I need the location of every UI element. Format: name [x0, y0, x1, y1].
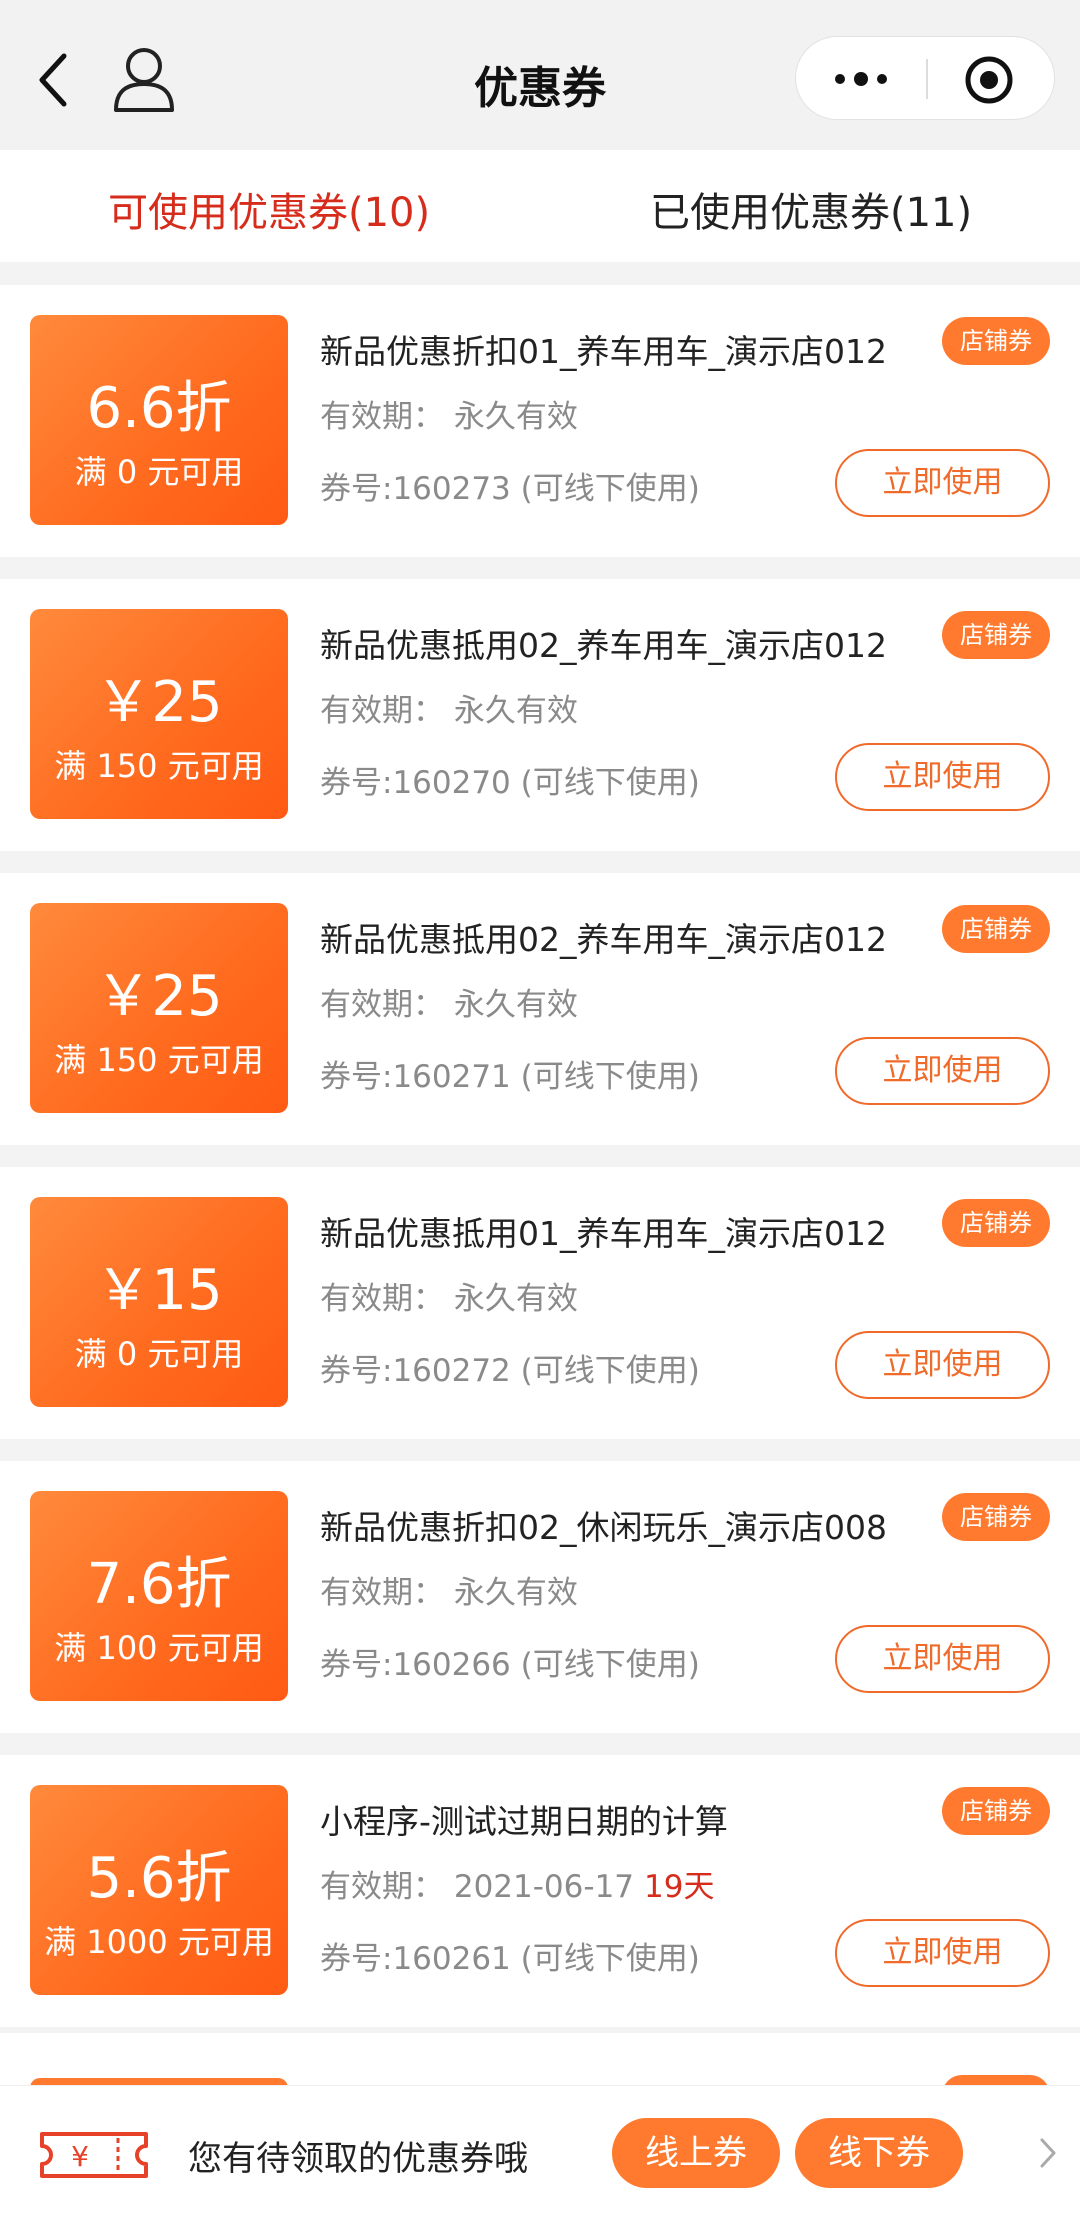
coupon-validity: 有效期： 永久有效 [320, 391, 588, 436]
coupon-card: ￥15 满 0 元可用 新品优惠抵用01_养车用车_演示店012 有效期： 永久… [0, 1167, 1080, 1439]
pending-coupon-text: 您有待领取的优惠券哦 [188, 2139, 528, 2179]
coupon-code: 券号:160272 (可线下使用) [320, 1353, 700, 1389]
coupon-code: 券号:160270 (可线下使用) [320, 765, 700, 801]
coupon-title: 小程序-测试过期日期的计算 [320, 1802, 728, 1841]
coupon-code: 券号:160266 (可线下使用) [320, 1647, 700, 1683]
coupon-value-badge: 7.6折 满 100 元可用 [30, 1491, 288, 1701]
coupon-list: 6.6折 满 0 元可用 新品优惠折扣01_养车用车_演示店012 有效期： 永… [0, 285, 1080, 2049]
use-now-button[interactable]: 立即使用 [835, 743, 1050, 811]
coupon-validity: 有效期： 永久有效 [320, 685, 588, 730]
coupon-value: ￥15 [95, 1258, 223, 1323]
use-now-button[interactable]: 立即使用 [835, 1919, 1050, 1987]
coupon-value: ￥25 [95, 964, 223, 1029]
coupon-validity: 有效期： 永久有效 [320, 1567, 588, 1612]
coupon-title: 新品优惠抵用01_养车用车_演示店012 [320, 1214, 887, 1253]
use-now-button[interactable]: 立即使用 [835, 449, 1050, 517]
coupon-validity: 有效期： 永久有效 [320, 1273, 588, 1318]
coupon-validity: 有效期： 永久有效 [320, 979, 588, 1024]
coupon-value: 5.6折 [86, 1846, 232, 1911]
coupon-validity: 有效期： 2021-06-17 19天 [320, 1861, 714, 1906]
coupon-value: ￥25 [95, 670, 223, 735]
coupon-condition: 满 100 元可用 [54, 1629, 264, 1667]
coupon-code: 券号:160273 (可线下使用) [320, 471, 700, 507]
coupon-value: 7.6折 [86, 1552, 232, 1617]
validity-text: 有效期： 永久有效 [320, 693, 578, 729]
mini-program-capsule [795, 36, 1055, 120]
validity-text: 有效期： 2021-06-17 [320, 1869, 635, 1905]
coupon-condition: 满 150 元可用 [54, 747, 264, 785]
coupon-card: ￥25 满 150 元可用 新品优惠抵用02_养车用车_演示店012 有效期： … [0, 579, 1080, 851]
svg-text:¥: ¥ [71, 2140, 89, 2173]
close-miniprogram-icon[interactable] [963, 54, 1015, 106]
bottom-bar: ¥ 您有待领取的优惠券哦 线上券 线下券 [0, 2085, 1080, 2220]
coupon-condition: 满 150 元可用 [54, 1041, 264, 1079]
coupon-value: 6.6折 [86, 376, 232, 441]
shop-coupon-tag: 店铺券 [942, 317, 1050, 365]
tab-used[interactable]: 已使用优惠券(11) [650, 180, 972, 238]
coupon-value-badge: 6.6折 满 0 元可用 [30, 315, 288, 525]
validity-text: 有效期： 永久有效 [320, 1281, 578, 1317]
coupon-ticket-icon: ¥ [40, 2132, 148, 2178]
coupon-code: 券号:160271 (可线下使用) [320, 1059, 700, 1095]
coupon-title: 新品优惠折扣01_养车用车_演示店012 [320, 332, 887, 371]
coupon-card: 7.6折 满 100 元可用 新品优惠折扣02_休闲玩乐_演示店008 有效期：… [0, 1461, 1080, 1733]
shop-coupon-tag: 店铺券 [942, 611, 1050, 659]
coupon-value-badge: ￥15 满 0 元可用 [30, 1197, 288, 1407]
coupon-title: 新品优惠抵用02_养车用车_演示店012 [320, 626, 887, 665]
use-now-button[interactable]: 立即使用 [835, 1331, 1050, 1399]
coupon-condition: 满 0 元可用 [74, 1335, 244, 1373]
more-icon[interactable] [826, 59, 896, 99]
nav-bar: 优惠券 [0, 0, 1080, 150]
validity-text: 有效期： 永久有效 [320, 987, 578, 1023]
coupon-card: 5.6折 满 1000 元可用 小程序-测试过期日期的计算 有效期： 2021-… [0, 1755, 1080, 2027]
capsule-divider [926, 59, 928, 99]
chevron-right-icon[interactable] [1038, 2136, 1058, 2170]
tab-available[interactable]: 可使用优惠券(10) [108, 180, 430, 238]
shop-coupon-tag: 店铺券 [942, 1493, 1050, 1541]
online-coupon-button[interactable]: 线上券 [612, 2118, 780, 2188]
shop-coupon-tag: 店铺券 [942, 905, 1050, 953]
shop-coupon-tag: 店铺券 [942, 1199, 1050, 1247]
coupon-value-badge: ￥25 满 150 元可用 [30, 609, 288, 819]
offline-coupon-button[interactable]: 线下券 [795, 2118, 963, 2188]
coupon-value-badge: 5.6折 满 1000 元可用 [30, 1785, 288, 1995]
days-left: 19天 [644, 1869, 715, 1905]
coupon-condition: 满 1000 元可用 [44, 1923, 274, 1961]
coupon-value-badge: ￥25 满 150 元可用 [30, 903, 288, 1113]
coupon-card: 6.6折 满 0 元可用 新品优惠折扣01_养车用车_演示店012 有效期： 永… [0, 285, 1080, 557]
shop-coupon-tag: 店铺券 [942, 1787, 1050, 1835]
use-now-button[interactable]: 立即使用 [835, 1625, 1050, 1693]
coupon-code: 券号:160261 (可线下使用) [320, 1941, 700, 1977]
validity-text: 有效期： 永久有效 [320, 1575, 578, 1611]
coupon-tabs: 可使用优惠券(10) 已使用优惠券(11) [0, 150, 1080, 262]
coupon-title: 新品优惠折扣02_休闲玩乐_演示店008 [320, 1508, 887, 1547]
coupon-title: 新品优惠抵用02_养车用车_演示店012 [320, 920, 887, 959]
validity-text: 有效期： 永久有效 [320, 399, 578, 435]
coupon-condition: 满 0 元可用 [74, 453, 244, 491]
use-now-button[interactable]: 立即使用 [835, 1037, 1050, 1105]
coupon-card: ￥25 满 150 元可用 新品优惠抵用02_养车用车_演示店012 有效期： … [0, 873, 1080, 1145]
